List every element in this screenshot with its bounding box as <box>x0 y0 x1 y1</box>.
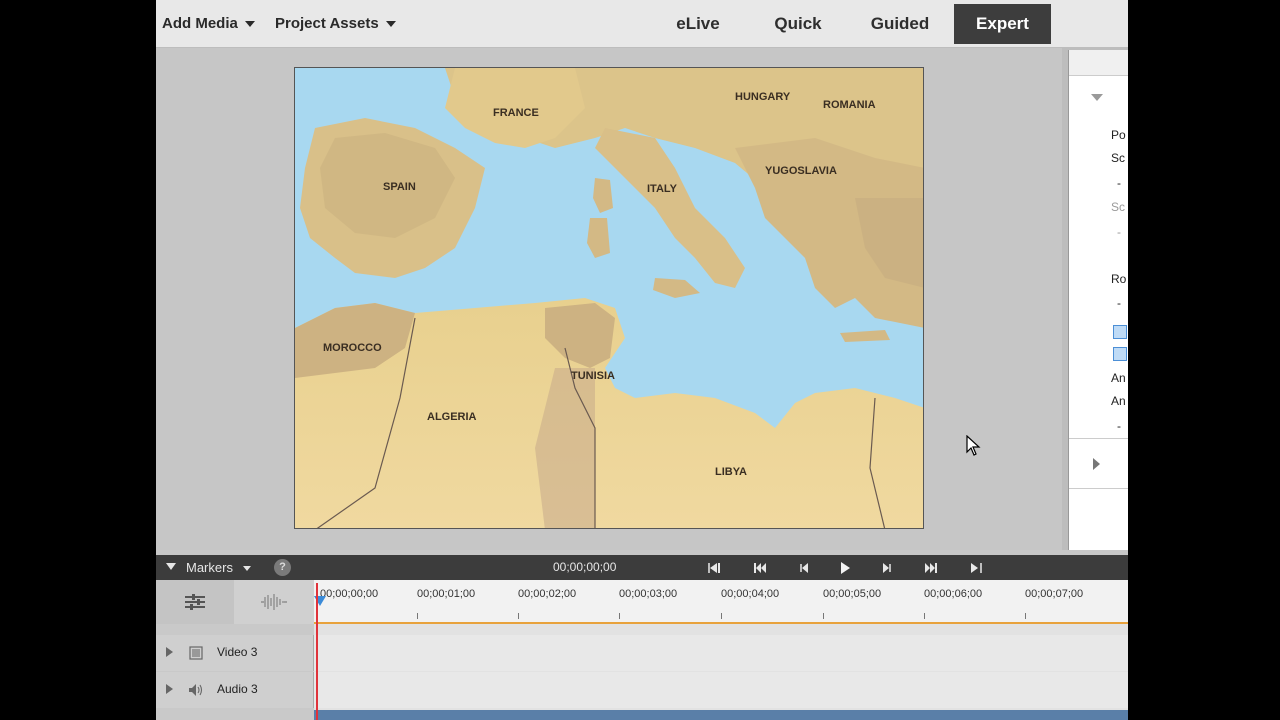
markers-label: Markers <box>186 560 233 575</box>
ruler-timecode: 00;00;07;00 <box>1025 588 1084 600</box>
expand-track-icon[interactable] <box>166 647 173 657</box>
mouse-cursor-icon <box>966 435 981 456</box>
ruler-timecode: 00;00;02;00 <box>518 588 577 600</box>
divider-dash: - <box>1117 225 1121 239</box>
ruler-timecode: 00;00;03;00 <box>619 588 678 600</box>
chevron-down-icon <box>385 21 396 27</box>
divider-dash: - <box>1117 176 1121 190</box>
scale-label: Sc <box>1111 151 1126 165</box>
map-label: HUNGARY <box>735 91 791 103</box>
anchor-label: An <box>1111 371 1126 385</box>
track-header: Audio 3 <box>156 672 314 708</box>
track-lane[interactable] <box>314 672 1128 708</box>
map-label: ALGERIA <box>427 411 477 423</box>
film-icon <box>189 646 203 660</box>
step-back-icon[interactable] <box>793 555 817 580</box>
help-icon[interactable]: ? <box>274 559 291 576</box>
divider-dash: - <box>1117 296 1121 310</box>
checkbox-icon[interactable] <box>1113 325 1127 339</box>
ruler-tick <box>518 613 519 619</box>
timeline-panel: Markers ? 00;00;00;00 00;00;00;00 00;00;… <box>156 555 1128 720</box>
waveform-icon <box>261 594 287 610</box>
video-preview[interactable]: FRANCE SPAIN ITALY YUGOSLAVIA ROMANIA HU… <box>294 67 924 529</box>
track-video-3: Video 3 <box>156 635 1128 671</box>
monitor-panel: FRANCE SPAIN ITALY YUGOSLAVIA ROMANIA HU… <box>156 48 1062 550</box>
track-settings-button[interactable] <box>156 580 234 624</box>
play-icon[interactable] <box>833 555 857 580</box>
expand-arrow-icon[interactable] <box>1093 458 1100 470</box>
track-label: Video 3 <box>217 645 258 659</box>
top-toolbar: Add Media Project Assets eLive Quick Gui… <box>156 0 1128 48</box>
ruler-tick <box>619 613 620 619</box>
ruler-timecode: 00;00;04;00 <box>721 588 780 600</box>
track-header: Video 3 <box>156 635 314 671</box>
ruler-timecode: 00;00;06;00 <box>924 588 983 600</box>
go-to-out-icon[interactable] <box>964 555 988 580</box>
anti-flicker-label: An <box>1111 394 1126 408</box>
time-ruler[interactable]: 00;00;00;00 00;00;01;00 00;00;02;00 00;0… <box>314 580 1128 624</box>
divider-dash: - <box>1117 419 1121 433</box>
ruler-timecode: 00;00;05;00 <box>823 588 882 600</box>
panel-header <box>1069 50 1128 76</box>
audio-waveform-button[interactable] <box>234 580 314 624</box>
ruler-tick <box>721 613 722 619</box>
ruler-timecode: 00;00;00;00 <box>320 588 379 600</box>
map-label: LIBYA <box>715 466 747 478</box>
tab-quick[interactable]: Quick <box>756 4 840 44</box>
position-label: Po <box>1111 128 1126 142</box>
track-audio-3: Audio 3 <box>156 672 1128 708</box>
step-forward-icon[interactable] <box>874 555 898 580</box>
timeline-header: Markers ? 00;00;00;00 <box>156 555 1128 580</box>
map-label: MOROCCO <box>323 342 382 354</box>
divider <box>1069 488 1128 489</box>
divider <box>1069 438 1128 439</box>
map-label: FRANCE <box>493 107 539 119</box>
go-to-in-icon[interactable] <box>703 555 727 580</box>
speaker-icon <box>189 684 203 696</box>
adjustments-panel: Po Sc - Sc - Ro - An An - <box>1062 48 1128 550</box>
collapse-arrow-icon[interactable] <box>1091 94 1103 101</box>
map-label: ITALY <box>647 183 678 195</box>
project-assets-label: Project Assets <box>275 15 379 32</box>
rotation-label: Ro <box>1111 272 1127 286</box>
map-label: YUGOSLAVIA <box>765 165 837 177</box>
scale-width-label: Sc <box>1111 200 1126 214</box>
add-media-menu[interactable]: Add Media <box>162 0 255 48</box>
properties-card: Po Sc - Sc - Ro - An An - <box>1068 50 1128 550</box>
tab-expert[interactable]: Expert <box>954 4 1051 44</box>
project-assets-menu[interactable]: Project Assets <box>275 0 396 48</box>
app-window: Add Media Project Assets eLive Quick Gui… <box>156 0 1128 720</box>
expand-track-icon[interactable] <box>166 684 173 694</box>
list-settings-icon <box>185 594 205 610</box>
next-edit-icon[interactable] <box>919 555 943 580</box>
map-label: SPAIN <box>383 181 416 193</box>
add-media-label: Add Media <box>162 15 238 32</box>
tab-guided[interactable]: Guided <box>856 4 944 44</box>
track-lane[interactable] <box>314 635 1128 671</box>
collapse-icon[interactable] <box>166 563 176 570</box>
mediterranean-map: FRANCE SPAIN ITALY YUGOSLAVIA ROMANIA HU… <box>295 68 923 528</box>
playhead-line[interactable] <box>316 583 318 720</box>
chevron-down-icon <box>242 566 251 572</box>
ruler-tick <box>1025 613 1026 619</box>
ruler-tick <box>924 613 925 619</box>
track-label: Audio 3 <box>217 682 258 696</box>
tab-elive[interactable]: eLive <box>656 4 740 44</box>
ruler-tick <box>823 613 824 619</box>
previous-edit-icon[interactable] <box>748 555 772 580</box>
checkbox-icon[interactable] <box>1113 347 1127 361</box>
markers-menu[interactable]: Markers <box>186 555 251 580</box>
chevron-down-icon <box>244 21 255 27</box>
current-timecode[interactable]: 00;00;00;00 <box>553 555 616 580</box>
map-label: TUNISIA <box>571 370 615 382</box>
ruler-timecode: 00;00;01;00 <box>417 588 476 600</box>
ruler-tick <box>417 613 418 619</box>
map-label: ROMANIA <box>823 99 876 111</box>
work-area-bar[interactable] <box>314 622 1128 624</box>
track-clip-strip[interactable] <box>314 710 1128 720</box>
